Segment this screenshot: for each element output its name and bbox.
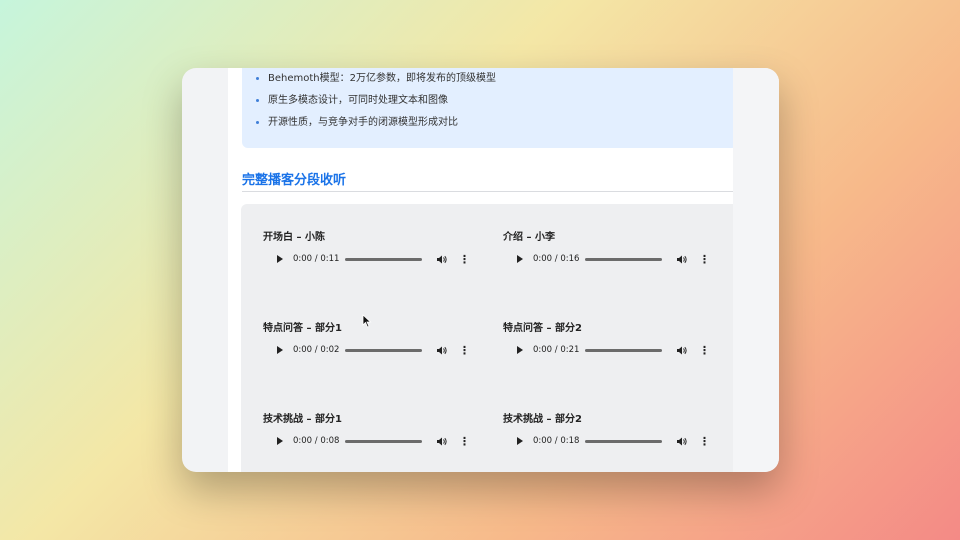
play-icon[interactable] <box>517 346 523 354</box>
more-options-icon[interactable]: ⋮ <box>699 254 710 265</box>
volume-icon[interactable] <box>436 436 447 447</box>
volume-icon[interactable] <box>436 345 447 356</box>
segment-title: 技术挑战 – 部分2 <box>503 414 582 425</box>
audio-player: 0:00 / 0:02 ⋮ <box>263 339 475 361</box>
play-icon[interactable] <box>277 346 283 354</box>
audio-progress-track[interactable] <box>345 439 422 443</box>
section-divider <box>242 191 738 192</box>
more-options-icon[interactable]: ⋮ <box>459 436 470 447</box>
audio-player: 0:00 / 0:18 ⋮ <box>503 430 715 452</box>
audio-progress-track[interactable] <box>345 257 422 261</box>
segment-title: 特点问答 – 部分2 <box>503 323 582 334</box>
audio-player: 0:00 / 0:16 ⋮ <box>503 248 715 270</box>
audio-progress-track[interactable] <box>585 257 662 261</box>
audio-time: 0:00 / 0:16 <box>533 254 580 264</box>
more-options-icon[interactable]: ⋮ <box>699 345 710 356</box>
audio-time: 0:00 / 0:18 <box>533 436 580 446</box>
audio-time: 0:00 / 0:02 <box>293 345 340 355</box>
audio-segments-panel: 开场白 – 小陈 0:00 / 0:11 ⋮ 介绍 – 小李 0:00 / 0:… <box>241 204 739 472</box>
audio-progress-track[interactable] <box>585 439 662 443</box>
play-icon[interactable] <box>517 437 523 445</box>
browser-window: Behemoth模型：2万亿参数，即将发布的顶级模型 原生多模态设计，可同时处理… <box>182 68 779 472</box>
audio-player: 0:00 / 0:11 ⋮ <box>263 248 475 270</box>
segment-title: 开场白 – 小陈 <box>263 232 325 243</box>
play-icon[interactable] <box>277 437 283 445</box>
audio-time: 0:00 / 0:11 <box>293 254 340 264</box>
features-info-box: Behemoth模型：2万亿参数，即将发布的顶级模型 原生多模态设计，可同时处理… <box>242 68 738 148</box>
audio-player: 0:00 / 0:08 ⋮ <box>263 430 475 452</box>
segment-title: 介绍 – 小李 <box>503 232 555 243</box>
mouse-cursor-icon <box>362 314 372 328</box>
feature-list: Behemoth模型：2万亿参数，即将发布的顶级模型 原生多模态设计，可同时处理… <box>254 70 496 136</box>
more-options-icon[interactable]: ⋮ <box>459 254 470 265</box>
volume-icon[interactable] <box>436 254 447 265</box>
volume-icon[interactable] <box>676 345 687 356</box>
section-title: 完整播客分段收听 <box>242 173 347 188</box>
audio-time: 0:00 / 0:08 <box>293 436 340 446</box>
volume-icon[interactable] <box>676 436 687 447</box>
volume-icon[interactable] <box>676 254 687 265</box>
feature-item: 开源性质，与竞争对手的闭源模型形成对比 <box>254 114 496 136</box>
segment-title: 特点问答 – 部分1 <box>263 323 342 334</box>
segment-title: 技术挑战 – 部分1 <box>263 414 342 425</box>
page-content: Behemoth模型：2万亿参数，即将发布的顶级模型 原生多模态设计，可同时处理… <box>228 68 739 472</box>
feature-item: Behemoth模型：2万亿参数，即将发布的顶级模型 <box>254 70 496 92</box>
page-gutter <box>733 68 779 472</box>
audio-progress-track[interactable] <box>345 348 422 352</box>
more-options-icon[interactable]: ⋮ <box>459 345 470 356</box>
audio-player: 0:00 / 0:21 ⋮ <box>503 339 715 361</box>
play-icon[interactable] <box>517 255 523 263</box>
more-options-icon[interactable]: ⋮ <box>699 436 710 447</box>
audio-time: 0:00 / 0:21 <box>533 345 580 355</box>
audio-progress-track[interactable] <box>585 348 662 352</box>
feature-item: 原生多模态设计，可同时处理文本和图像 <box>254 92 496 114</box>
play-icon[interactable] <box>277 255 283 263</box>
